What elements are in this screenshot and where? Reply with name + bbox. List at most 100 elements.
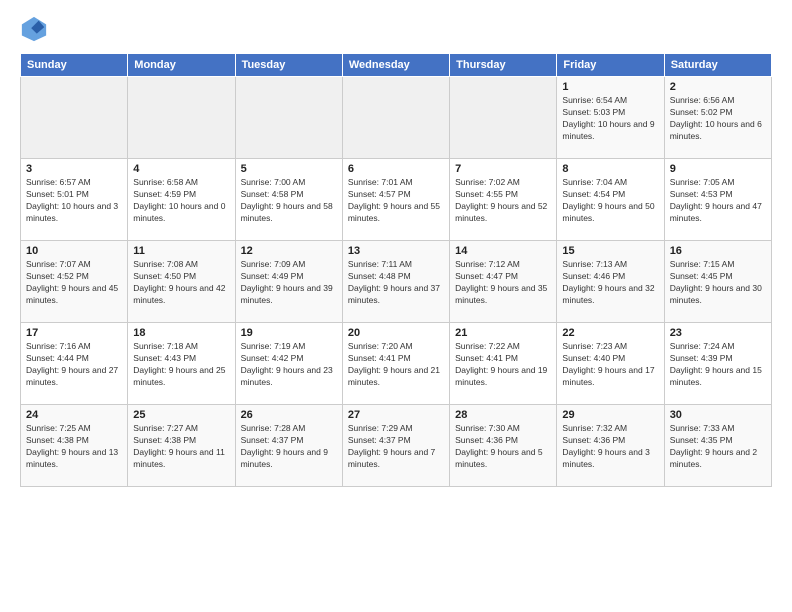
day-info: Sunrise: 7:32 AMSunset: 4:36 PMDaylight:…	[562, 423, 658, 471]
weekday-header: Thursday	[450, 54, 557, 77]
calendar-cell: 26 Sunrise: 7:28 AMSunset: 4:37 PMDayligh…	[235, 405, 342, 487]
calendar-cell	[128, 77, 235, 159]
logo	[20, 15, 52, 43]
day-info: Sunrise: 7:01 AMSunset: 4:57 PMDaylight:…	[348, 177, 444, 225]
calendar-cell: 12 Sunrise: 7:09 AMSunset: 4:49 PMDayligh…	[235, 241, 342, 323]
day-info: Sunrise: 7:33 AMSunset: 4:35 PMDaylight:…	[670, 423, 766, 471]
calendar-cell: 10 Sunrise: 7:07 AMSunset: 4:52 PMDayligh…	[21, 241, 128, 323]
calendar-cell: 15 Sunrise: 7:13 AMSunset: 4:46 PMDayligh…	[557, 241, 664, 323]
day-number: 19	[241, 327, 337, 339]
day-number: 30	[670, 409, 766, 421]
day-info: Sunrise: 7:18 AMSunset: 4:43 PMDaylight:…	[133, 341, 229, 389]
day-number: 25	[133, 409, 229, 421]
day-info: Sunrise: 7:12 AMSunset: 4:47 PMDaylight:…	[455, 259, 551, 307]
day-info: Sunrise: 7:11 AMSunset: 4:48 PMDaylight:…	[348, 259, 444, 307]
weekday-header: Sunday	[21, 54, 128, 77]
calendar-cell	[450, 77, 557, 159]
day-info: Sunrise: 7:28 AMSunset: 4:37 PMDaylight:…	[241, 423, 337, 471]
day-info: Sunrise: 7:27 AMSunset: 4:38 PMDaylight:…	[133, 423, 229, 471]
calendar-week-row: 24 Sunrise: 7:25 AMSunset: 4:38 PMDayligh…	[21, 405, 772, 487]
page: SundayMondayTuesdayWednesdayThursdayFrid…	[0, 0, 792, 612]
calendar-cell: 20 Sunrise: 7:20 AMSunset: 4:41 PMDayligh…	[342, 323, 449, 405]
calendar-cell: 24 Sunrise: 7:25 AMSunset: 4:38 PMDayligh…	[21, 405, 128, 487]
calendar-cell: 9 Sunrise: 7:05 AMSunset: 4:53 PMDaylight…	[664, 159, 771, 241]
day-info: Sunrise: 7:04 AMSunset: 4:54 PMDaylight:…	[562, 177, 658, 225]
day-number: 2	[670, 81, 766, 93]
day-info: Sunrise: 7:05 AMSunset: 4:53 PMDaylight:…	[670, 177, 766, 225]
calendar-week-row: 3 Sunrise: 6:57 AMSunset: 5:01 PMDaylight…	[21, 159, 772, 241]
calendar-cell: 28 Sunrise: 7:30 AMSunset: 4:36 PMDayligh…	[450, 405, 557, 487]
day-number: 28	[455, 409, 551, 421]
weekday-header: Monday	[128, 54, 235, 77]
calendar-cell: 23Sunrise: 7:24 AMSunset: 4:39 PMDayligh…	[664, 323, 771, 405]
day-number: 7	[455, 163, 551, 175]
day-info: Sunrise: 7:24 AMSunset: 4:39 PMDaylight:…	[670, 341, 766, 389]
day-number: 9	[670, 163, 766, 175]
day-number: 29	[562, 409, 658, 421]
calendar-week-row: 1Sunrise: 6:54 AMSunset: 5:03 PMDaylight…	[21, 77, 772, 159]
calendar-cell: 1Sunrise: 6:54 AMSunset: 5:03 PMDaylight…	[557, 77, 664, 159]
calendar-header-row: SundayMondayTuesdayWednesdayThursdayFrid…	[21, 54, 772, 77]
logo-icon	[20, 15, 48, 43]
day-number: 20	[348, 327, 444, 339]
day-number: 3	[26, 163, 122, 175]
day-info: Sunrise: 6:57 AMSunset: 5:01 PMDaylight:…	[26, 177, 122, 225]
day-info: Sunrise: 7:20 AMSunset: 4:41 PMDaylight:…	[348, 341, 444, 389]
weekday-header: Wednesday	[342, 54, 449, 77]
day-info: Sunrise: 6:58 AMSunset: 4:59 PMDaylight:…	[133, 177, 229, 225]
calendar-cell: 19 Sunrise: 7:19 AMSunset: 4:42 PMDayligh…	[235, 323, 342, 405]
calendar: SundayMondayTuesdayWednesdayThursdayFrid…	[20, 53, 772, 487]
calendar-cell: 16 Sunrise: 7:15 AMSunset: 4:45 PMDayligh…	[664, 241, 771, 323]
day-number: 4	[133, 163, 229, 175]
weekday-header: Tuesday	[235, 54, 342, 77]
day-info: Sunrise: 7:23 AMSunset: 4:40 PMDaylight:…	[562, 341, 658, 389]
day-number: 12	[241, 245, 337, 257]
calendar-cell: 27 Sunrise: 7:29 AMSunset: 4:37 PMDayligh…	[342, 405, 449, 487]
day-number: 15	[562, 245, 658, 257]
day-info: Sunrise: 7:29 AMSunset: 4:37 PMDaylight:…	[348, 423, 444, 471]
calendar-cell: 18Sunrise: 7:18 AMSunset: 4:43 PMDayligh…	[128, 323, 235, 405]
day-number: 24	[26, 409, 122, 421]
day-number: 16	[670, 245, 766, 257]
calendar-cell: 8 Sunrise: 7:04 AMSunset: 4:54 PMDaylight…	[557, 159, 664, 241]
day-info: Sunrise: 7:30 AMSunset: 4:36 PMDaylight:…	[455, 423, 551, 471]
header	[20, 15, 772, 43]
calendar-cell: 13 Sunrise: 7:11 AMSunset: 4:48 PMDayligh…	[342, 241, 449, 323]
day-number: 6	[348, 163, 444, 175]
day-info: Sunrise: 7:19 AMSunset: 4:42 PMDaylight:…	[241, 341, 337, 389]
calendar-cell: 29 Sunrise: 7:32 AMSunset: 4:36 PMDayligh…	[557, 405, 664, 487]
calendar-cell: 21Sunrise: 7:22 AMSunset: 4:41 PMDayligh…	[450, 323, 557, 405]
day-info: Sunrise: 6:54 AMSunset: 5:03 PMDaylight:…	[562, 95, 658, 143]
day-info: Sunrise: 7:07 AMSunset: 4:52 PMDaylight:…	[26, 259, 122, 307]
day-number: 11	[133, 245, 229, 257]
day-info: Sunrise: 7:15 AMSunset: 4:45 PMDaylight:…	[670, 259, 766, 307]
weekday-header: Saturday	[664, 54, 771, 77]
calendar-week-row: 10 Sunrise: 7:07 AMSunset: 4:52 PMDayligh…	[21, 241, 772, 323]
day-info: Sunrise: 7:22 AMSunset: 4:41 PMDaylight:…	[455, 341, 551, 389]
day-number: 14	[455, 245, 551, 257]
day-number: 22	[562, 327, 658, 339]
day-info: Sunrise: 7:02 AMSunset: 4:55 PMDaylight:…	[455, 177, 551, 225]
calendar-cell: 2 Sunrise: 6:56 AMSunset: 5:02 PMDaylight…	[664, 77, 771, 159]
calendar-cell	[342, 77, 449, 159]
day-number: 13	[348, 245, 444, 257]
day-number: 26	[241, 409, 337, 421]
calendar-cell: 5Sunrise: 7:00 AMSunset: 4:58 PMDaylight…	[235, 159, 342, 241]
day-info: Sunrise: 7:08 AMSunset: 4:50 PMDaylight:…	[133, 259, 229, 307]
day-info: Sunrise: 7:13 AMSunset: 4:46 PMDaylight:…	[562, 259, 658, 307]
day-info: Sunrise: 7:25 AMSunset: 4:38 PMDaylight:…	[26, 423, 122, 471]
calendar-cell: 14 Sunrise: 7:12 AMSunset: 4:47 PMDayligh…	[450, 241, 557, 323]
day-number: 17	[26, 327, 122, 339]
calendar-cell: 3 Sunrise: 6:57 AMSunset: 5:01 PMDaylight…	[21, 159, 128, 241]
calendar-cell: 6 Sunrise: 7:01 AMSunset: 4:57 PMDaylight…	[342, 159, 449, 241]
day-info: Sunrise: 6:56 AMSunset: 5:02 PMDaylight:…	[670, 95, 766, 143]
day-number: 27	[348, 409, 444, 421]
calendar-cell	[21, 77, 128, 159]
calendar-cell: 30 Sunrise: 7:33 AMSunset: 4:35 PMDayligh…	[664, 405, 771, 487]
calendar-cell: 11 Sunrise: 7:08 AMSunset: 4:50 PMDayligh…	[128, 241, 235, 323]
day-number: 8	[562, 163, 658, 175]
calendar-cell: 4 Sunrise: 6:58 AMSunset: 4:59 PMDaylight…	[128, 159, 235, 241]
day-info: Sunrise: 7:09 AMSunset: 4:49 PMDaylight:…	[241, 259, 337, 307]
calendar-cell	[235, 77, 342, 159]
day-number: 10	[26, 245, 122, 257]
